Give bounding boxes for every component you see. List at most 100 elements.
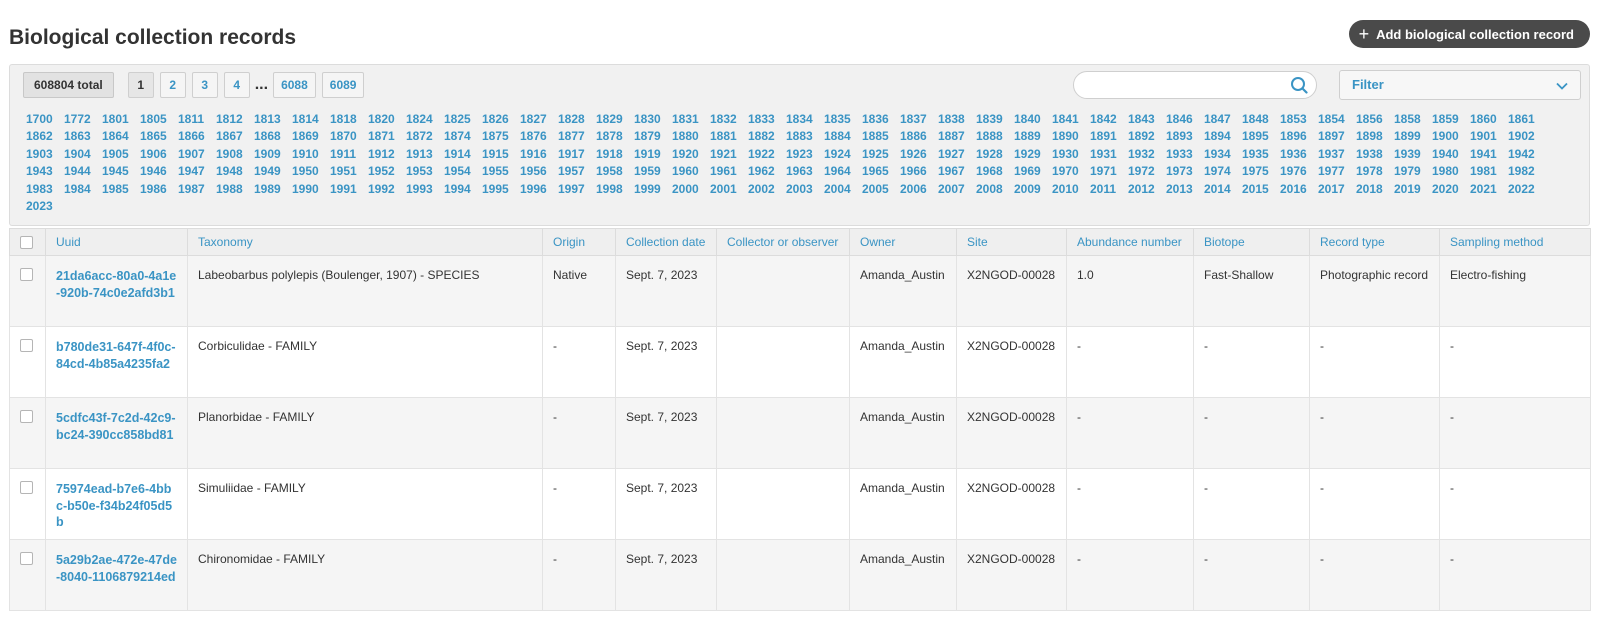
year-link[interactable]: 1923 <box>786 147 824 161</box>
year-link[interactable]: 1888 <box>976 129 1014 143</box>
year-link[interactable]: 1996 <box>520 182 558 196</box>
column-header[interactable]: Abundance number <box>1066 228 1194 256</box>
year-link[interactable]: 1890 <box>1052 129 1090 143</box>
column-header[interactable]: Collector or observer <box>716 228 850 256</box>
year-link[interactable]: 1854 <box>1318 112 1356 126</box>
year-link[interactable]: 1877 <box>558 129 596 143</box>
year-link[interactable]: 1813 <box>254 112 292 126</box>
year-link[interactable]: 1962 <box>748 164 786 178</box>
column-header[interactable]: Taxonomy <box>187 228 543 256</box>
year-link[interactable]: 1986 <box>140 182 178 196</box>
year-link[interactable]: 1975 <box>1242 164 1280 178</box>
year-link[interactable]: 1868 <box>254 129 292 143</box>
year-link[interactable]: 1965 <box>862 164 900 178</box>
year-link[interactable]: 1865 <box>140 129 178 143</box>
search-input[interactable] <box>1084 72 1292 98</box>
year-link[interactable]: 1938 <box>1356 147 1394 161</box>
year-link[interactable]: 1967 <box>938 164 976 178</box>
year-link[interactable]: 1881 <box>710 129 748 143</box>
year-link[interactable]: 2012 <box>1128 182 1166 196</box>
year-link[interactable]: 1853 <box>1280 112 1318 126</box>
year-link[interactable]: 1929 <box>1014 147 1052 161</box>
search-icon[interactable] <box>1290 76 1308 94</box>
year-link[interactable]: 1917 <box>558 147 596 161</box>
year-link[interactable]: 1941 <box>1470 147 1508 161</box>
year-link[interactable]: 1959 <box>634 164 672 178</box>
year-link[interactable]: 1842 <box>1090 112 1128 126</box>
year-link[interactable]: 1904 <box>64 147 102 161</box>
year-link[interactable]: 1984 <box>64 182 102 196</box>
year-link[interactable]: 1985 <box>102 182 140 196</box>
row-checkbox[interactable] <box>20 410 33 423</box>
year-link[interactable]: 1910 <box>292 147 330 161</box>
record-uuid-link[interactable]: 5a29b2ae-472e-47de-8040-1106879214ed <box>56 553 177 584</box>
year-link[interactable]: 1978 <box>1356 164 1394 178</box>
year-link[interactable]: 2008 <box>976 182 1014 196</box>
page-button-6088[interactable]: 6088 <box>273 72 316 98</box>
year-link[interactable]: 1924 <box>824 147 862 161</box>
year-link[interactable]: 1930 <box>1052 147 1090 161</box>
year-link[interactable]: 1980 <box>1432 164 1470 178</box>
year-link[interactable]: 1957 <box>558 164 596 178</box>
year-link[interactable]: 1927 <box>938 147 976 161</box>
year-link[interactable]: 1880 <box>672 129 710 143</box>
year-link[interactable]: 1885 <box>862 129 900 143</box>
year-link[interactable]: 1889 <box>1014 129 1052 143</box>
year-link[interactable]: 1919 <box>634 147 672 161</box>
year-link[interactable]: 1846 <box>1166 112 1204 126</box>
year-link[interactable]: 1772 <box>64 112 102 126</box>
year-link[interactable]: 1936 <box>1280 147 1318 161</box>
year-link[interactable]: 1838 <box>938 112 976 126</box>
year-link[interactable]: 1879 <box>634 129 672 143</box>
year-link[interactable]: 2013 <box>1166 182 1204 196</box>
year-link[interactable]: 1931 <box>1090 147 1128 161</box>
year-link[interactable]: 1988 <box>216 182 254 196</box>
year-link[interactable]: 1892 <box>1128 129 1166 143</box>
year-link[interactable]: 1882 <box>748 129 786 143</box>
year-link[interactable]: 1905 <box>102 147 140 161</box>
year-link[interactable]: 1943 <box>26 164 64 178</box>
column-header[interactable]: Collection date <box>615 228 717 256</box>
year-link[interactable]: 1994 <box>444 182 482 196</box>
year-link[interactable]: 1949 <box>254 164 292 178</box>
year-link[interactable]: 1901 <box>1470 129 1508 143</box>
year-link[interactable]: 1960 <box>672 164 710 178</box>
page-button-4[interactable]: 4 <box>223 72 250 98</box>
year-link[interactable]: 1966 <box>900 164 938 178</box>
year-link[interactable]: 1987 <box>178 182 216 196</box>
column-header[interactable]: Record type <box>1309 228 1440 256</box>
year-link[interactable]: 1970 <box>1052 164 1090 178</box>
year-link[interactable]: 1836 <box>862 112 900 126</box>
row-checkbox[interactable] <box>20 268 33 281</box>
year-link[interactable]: 2004 <box>824 182 862 196</box>
year-link[interactable]: 1830 <box>634 112 672 126</box>
year-link[interactable]: 1839 <box>976 112 1014 126</box>
row-checkbox[interactable] <box>20 481 33 494</box>
year-link[interactable]: 1995 <box>482 182 520 196</box>
year-link[interactable]: 2015 <box>1242 182 1280 196</box>
year-link[interactable]: 1700 <box>26 112 64 126</box>
year-link[interactable]: 1824 <box>406 112 444 126</box>
year-link[interactable]: 2001 <box>710 182 748 196</box>
year-link[interactable]: 1834 <box>786 112 824 126</box>
year-link[interactable]: 2020 <box>1432 182 1470 196</box>
year-link[interactable]: 1896 <box>1280 129 1318 143</box>
year-link[interactable]: 1921 <box>710 147 748 161</box>
column-header[interactable]: Site <box>956 228 1067 256</box>
year-link[interactable]: 2000 <box>672 182 710 196</box>
year-link[interactable]: 1843 <box>1128 112 1166 126</box>
year-link[interactable]: 1820 <box>368 112 406 126</box>
year-link[interactable]: 1912 <box>368 147 406 161</box>
year-link[interactable]: 1801 <box>102 112 140 126</box>
year-link[interactable]: 1937 <box>1318 147 1356 161</box>
record-uuid-link[interactable]: 5cdfc43f-7c2d-42c9-bc24-390cc858bd81 <box>56 411 176 442</box>
year-link[interactable]: 1832 <box>710 112 748 126</box>
year-link[interactable]: 1918 <box>596 147 634 161</box>
add-record-button[interactable]: + Add biological collection record <box>1348 20 1590 48</box>
year-link[interactable]: 2014 <box>1204 182 1242 196</box>
year-link[interactable]: 1858 <box>1394 112 1432 126</box>
year-link[interactable]: 1825 <box>444 112 482 126</box>
year-link[interactable]: 1869 <box>292 129 330 143</box>
year-link[interactable]: 2019 <box>1394 182 1432 196</box>
year-link[interactable]: 2022 <box>1508 182 1546 196</box>
